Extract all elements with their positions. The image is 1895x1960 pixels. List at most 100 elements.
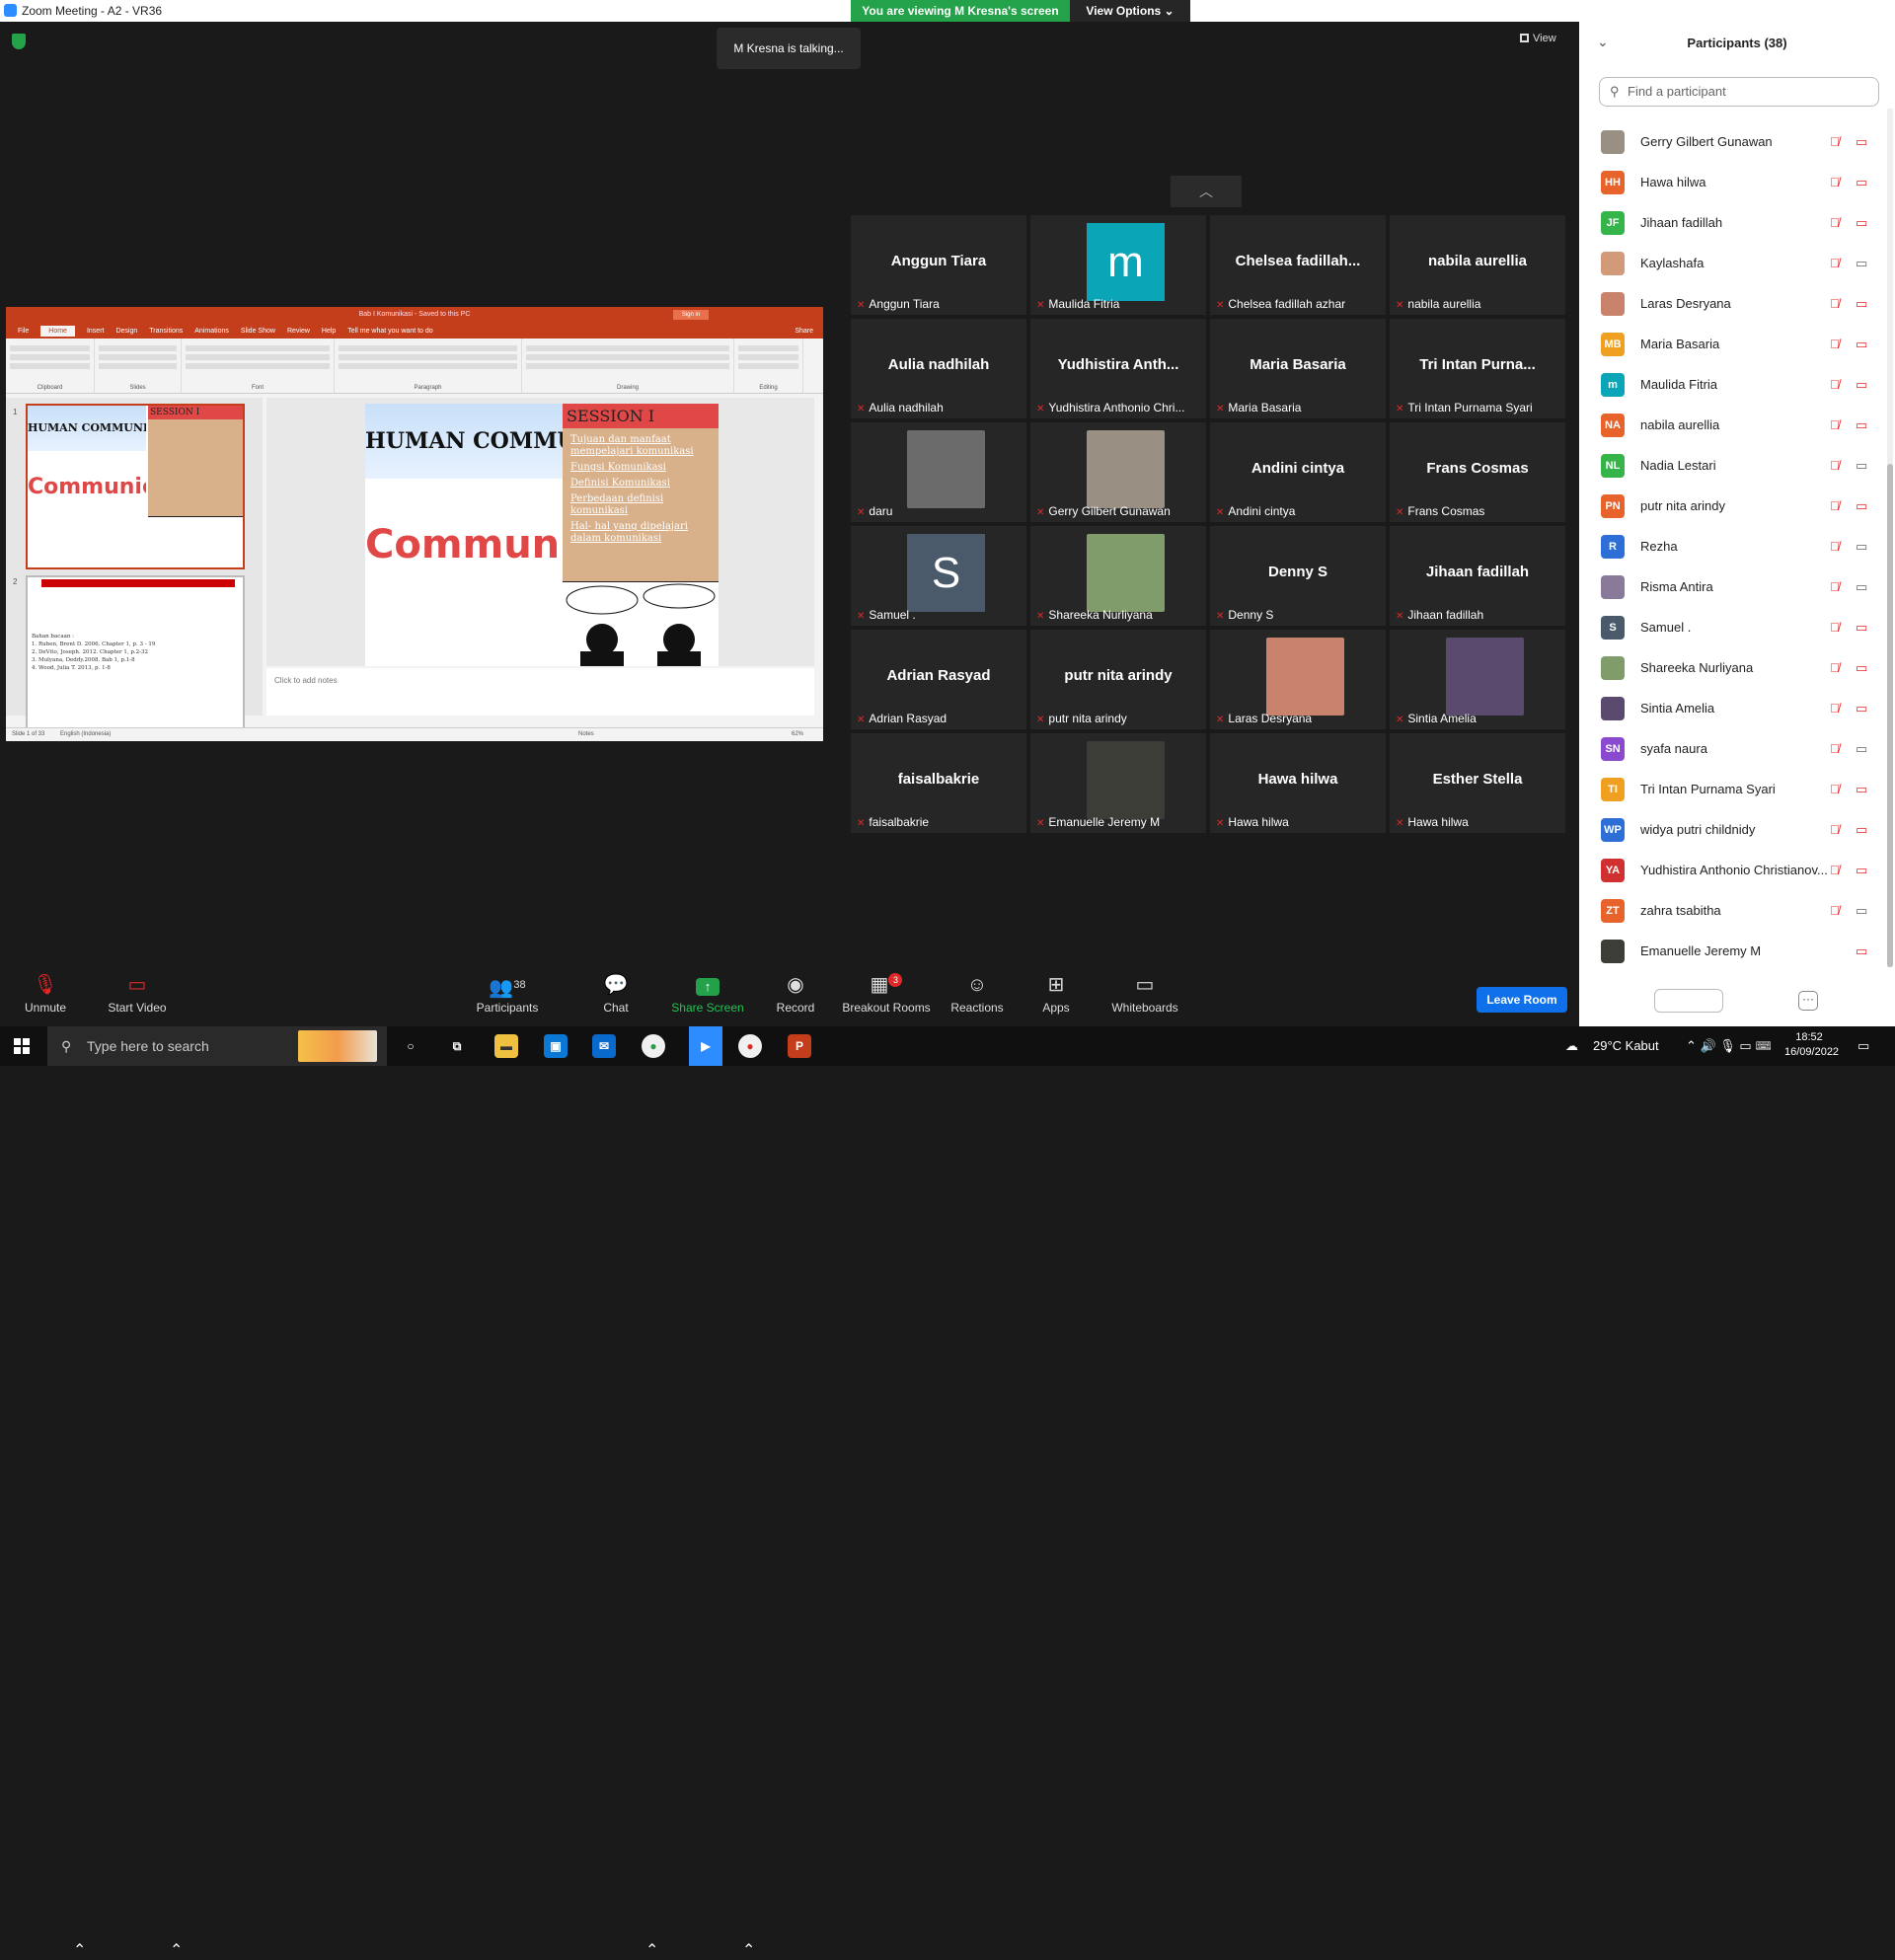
video-off-icon[interactable]: ▭	[1856, 417, 1867, 433]
scrollbar-thumb[interactable]	[1887, 464, 1893, 967]
share-screen-button[interactable]: ↑ Share Screen	[669, 963, 746, 1026]
video-tile[interactable]: Jihaan fadillah ✕ Jihaan fadillah	[1390, 526, 1565, 626]
video-on-icon[interactable]: ▭	[1856, 256, 1867, 271]
participant-item[interactable]: HH Hawa hilwa 🎙̸ ▭	[1601, 163, 1877, 202]
powerpoint-icon[interactable]: P	[788, 1034, 811, 1058]
muted-mic-icon[interactable]: 🎙̸	[1830, 498, 1840, 513]
chrome-icon[interactable]: ●	[642, 1034, 665, 1058]
participant-item[interactable]: YA Yudhistira Anthonio Christianov... 🎙̸ ▭	[1601, 851, 1877, 890]
participant-item[interactable]: MB Maria Basaria 🎙̸ ▭	[1601, 325, 1877, 364]
video-off-icon[interactable]: ▭	[1856, 337, 1867, 352]
muted-mic-icon[interactable]: 🎙̸	[1830, 822, 1840, 837]
record-button[interactable]: ◉ Record	[774, 963, 817, 1026]
participant-item[interactable]: Gerry Gilbert Gunawan 🎙̸ ▭	[1601, 122, 1877, 162]
video-tile[interactable]: Andini cintya ✕ Andini cintya	[1210, 422, 1386, 522]
video-tile[interactable]: Tri Intan Purna... ✕ Tri Intan Purnama Sya…	[1390, 319, 1565, 418]
video-tile[interactable]: Frans Cosmas ✕ Frans Cosmas	[1390, 422, 1565, 522]
audio-options-caret-icon[interactable]: ⌃	[73, 1940, 86, 1960]
video-off-icon[interactable]: ▭	[1856, 175, 1867, 190]
video-on-icon[interactable]: ▭	[1856, 539, 1867, 555]
video-tile[interactable]: Chelsea fadillah... ✕ Chelsea fadillah azh…	[1210, 215, 1386, 315]
notifications-icon[interactable]: ▭	[1857, 1026, 1869, 1066]
participant-item[interactable]: Emanuelle Jeremy M ▭	[1601, 932, 1877, 971]
chrome-icon-2[interactable]: ●	[738, 1034, 762, 1058]
task-view-icon[interactable]: ⧉	[445, 1034, 469, 1058]
video-tile[interactable]: ✕ Emanuelle Jeremy M	[1030, 733, 1206, 833]
view-button[interactable]: View	[1520, 33, 1556, 44]
participant-item[interactable]: Shareeka Nurliyana 🎙̸ ▭	[1601, 648, 1877, 688]
video-tile[interactable]: Aulia nadhilah ✕ Aulia nadhilah	[851, 319, 1026, 418]
unmute-button[interactable]: 🎙 Unmute	[18, 963, 73, 1026]
muted-mic-icon[interactable]: 🎙̸	[1830, 215, 1840, 230]
chat-caret-icon[interactable]: ⌃	[645, 1940, 658, 1960]
muted-mic-icon[interactable]: 🎙̸	[1830, 296, 1840, 311]
taskbar-clock[interactable]: 18:52 16/09/2022	[1784, 1030, 1839, 1060]
video-tile[interactable]: faisalbakrie ✕ faisalbakrie	[851, 733, 1026, 833]
muted-mic-icon[interactable]: 🎙̸	[1830, 660, 1840, 675]
video-tile[interactable]: m ✕ Maulida Fitria	[1030, 215, 1206, 315]
video-tile[interactable]: ✕ Gerry Gilbert Gunawan	[1030, 422, 1206, 522]
video-off-icon[interactable]: ▭	[1856, 296, 1867, 312]
video-tile[interactable]: Denny S ✕ Denny S	[1210, 526, 1386, 626]
muted-mic-icon[interactable]: 🎙̸	[1830, 903, 1840, 918]
participant-item[interactable]: Laras Desryana 🎙̸ ▭	[1601, 284, 1877, 324]
muted-mic-icon[interactable]: 🎙̸	[1830, 175, 1840, 189]
store-icon[interactable]: ▣	[544, 1034, 568, 1058]
video-on-icon[interactable]: ▭	[1856, 903, 1867, 919]
participant-item[interactable]: JF Jihaan fadillah 🎙̸ ▭	[1601, 203, 1877, 243]
muted-mic-icon[interactable]: 🎙̸	[1830, 134, 1840, 149]
security-shield-icon[interactable]	[12, 34, 26, 49]
video-tile[interactable]: ✕ daru	[851, 422, 1026, 522]
leave-room-button[interactable]: Leave Room	[1477, 987, 1567, 1013]
video-on-icon[interactable]: ▭	[1856, 579, 1867, 595]
muted-mic-icon[interactable]: 🎙̸	[1830, 539, 1840, 554]
share-caret-icon[interactable]: ⌃	[742, 1940, 755, 1960]
whiteboards-button[interactable]: ▭ Whiteboards	[1109, 963, 1180, 1026]
video-off-icon[interactable]: ▭	[1856, 822, 1867, 838]
participants-button[interactable]: 👥38 Participants	[470, 963, 545, 1026]
video-tile[interactable]: ✕ Shareeka Nurliyana	[1030, 526, 1206, 626]
video-off-icon[interactable]: ▭	[1856, 134, 1867, 150]
participant-item[interactable]: TI Tri Intan Purnama Syari 🎙̸ ▭	[1601, 770, 1877, 809]
view-options-button[interactable]: View Options ⌄	[1070, 0, 1190, 22]
video-tile[interactable]: ✕ Laras Desryana	[1210, 630, 1386, 729]
participant-item[interactable]: ZT zahra tsabitha 🎙̸ ▭	[1601, 891, 1877, 931]
video-tile[interactable]: Adrian Rasyad ✕ Adrian Rasyad	[851, 630, 1026, 729]
zoom-taskbar-icon[interactable]: ▶	[689, 1026, 722, 1066]
participant-item[interactable]: PN putr nita arindy 🎙̸ ▭	[1601, 487, 1877, 526]
muted-mic-icon[interactable]: 🎙̸	[1830, 620, 1840, 635]
cortana-icon[interactable]: ○	[399, 1034, 422, 1058]
weather-text[interactable]: 29°C Kabut	[1593, 1026, 1659, 1066]
video-on-icon[interactable]: ▭	[1856, 458, 1867, 474]
chat-button[interactable]: 💬 Chat	[596, 963, 636, 1026]
reactions-button[interactable]: ☺ Reactions	[949, 963, 1005, 1026]
mute-all-button[interactable]: Mute All	[1654, 989, 1723, 1013]
video-tile[interactable]: Hawa hilwa ✕ Hawa hilwa	[1210, 733, 1386, 833]
windows-start-icon[interactable]	[14, 1038, 30, 1054]
muted-mic-icon[interactable]: 🎙̸	[1830, 337, 1840, 351]
taskbar-search-box[interactable]: ⚲ Type here to search	[47, 1026, 387, 1066]
video-off-icon[interactable]: ▭	[1856, 377, 1867, 393]
video-off-icon[interactable]: ▭	[1856, 943, 1867, 959]
muted-mic-icon[interactable]: 🎙̸	[1830, 377, 1840, 392]
video-tile[interactable]: Maria Basaria ✕ Maria Basaria	[1210, 319, 1386, 418]
video-tile[interactable]: ✕ Sintia Amelia	[1390, 630, 1565, 729]
video-tile[interactable]: Yudhistira Anth... ✕ Yudhistira Anthonio C…	[1030, 319, 1206, 418]
video-off-icon[interactable]: ▭	[1856, 863, 1867, 878]
participant-item[interactable]: SN syafa naura 🎙̸ ▭	[1601, 729, 1877, 769]
muted-mic-icon[interactable]: 🎙̸	[1830, 863, 1840, 877]
muted-mic-icon[interactable]: 🎙̸	[1830, 701, 1840, 716]
participant-item[interactable]: Sintia Amelia 🎙̸ ▭	[1601, 689, 1877, 728]
video-off-icon[interactable]: ▭	[1856, 660, 1867, 676]
participant-item[interactable]: WP widya putri childnidy 🎙̸ ▭	[1601, 810, 1877, 850]
start-video-button[interactable]: ▭ Start Video	[101, 963, 174, 1026]
gallery-page-up-button[interactable]: ︿	[1171, 176, 1242, 207]
mail-icon[interactable]: ✉	[592, 1034, 616, 1058]
video-tile[interactable]: putr nita arindy ✕ putr nita arindy	[1030, 630, 1206, 729]
weather-icon[interactable]: ☁	[1565, 1026, 1578, 1066]
participant-item[interactable]: Risma Antira 🎙̸ ▭	[1601, 567, 1877, 607]
apps-button[interactable]: ⊞ Apps	[1040, 963, 1072, 1026]
video-off-icon[interactable]: ▭	[1856, 782, 1867, 797]
participant-item[interactable]: S Samuel . 🎙̸ ▭	[1601, 608, 1877, 647]
muted-mic-icon[interactable]: 🎙̸	[1830, 458, 1840, 473]
